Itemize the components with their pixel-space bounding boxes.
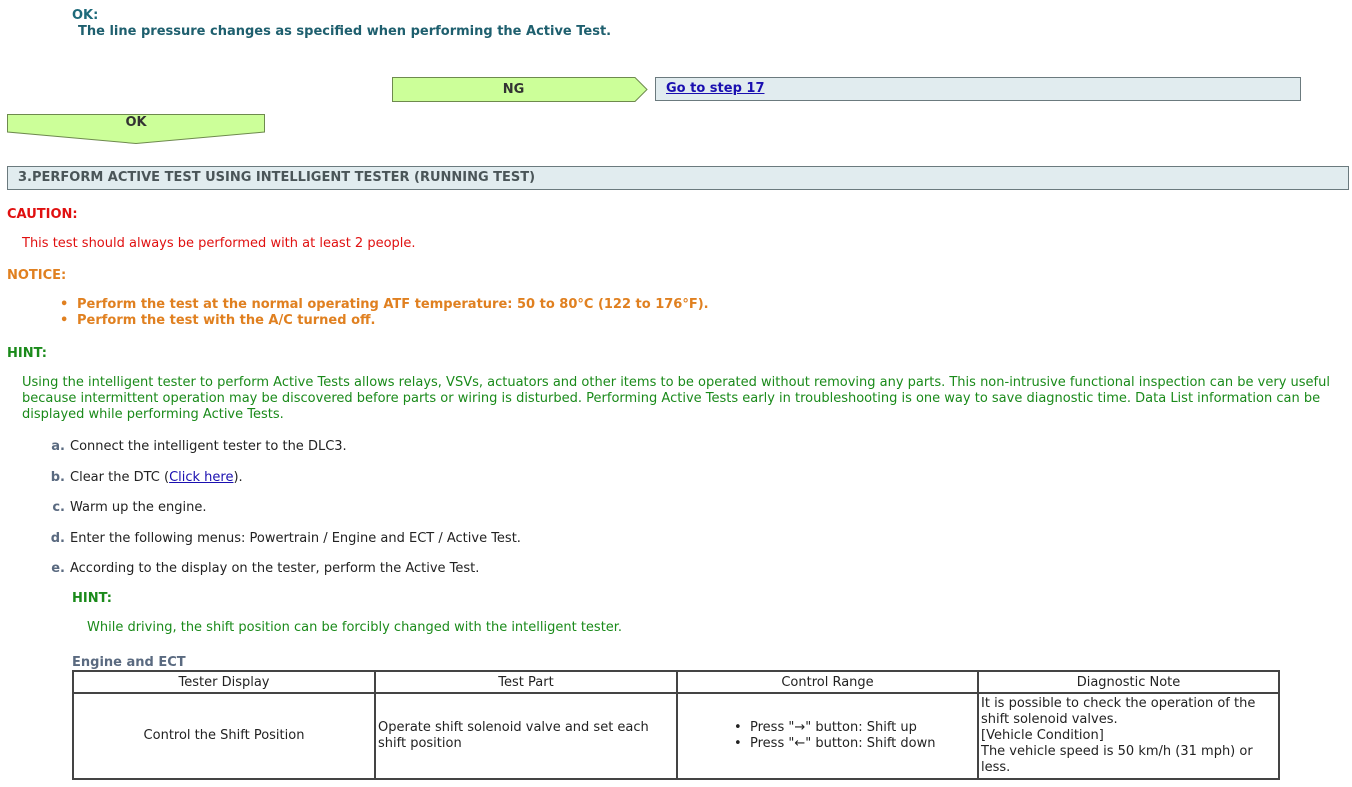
- ng-arrow-label: NG: [502, 82, 525, 97]
- diagnostic-note-line: It is possible to check the operation of…: [981, 696, 1256, 727]
- column-header: Test Part: [374, 670, 678, 694]
- ok-result-text: The line pressure changes as specified w…: [78, 24, 612, 39]
- table-title: Engine and ECT: [72, 655, 186, 670]
- step-text-after: ).: [233, 470, 243, 485]
- step-title: 3.PERFORM ACTIVE TEST USING INTELLIGENT …: [7, 166, 1349, 190]
- test-part-cell: Operate shift solenoid valve and set eac…: [374, 692, 678, 780]
- bullet-icon: •: [734, 736, 742, 751]
- goto-step-link[interactable]: Go to step 17: [666, 81, 765, 96]
- step-letter: a.: [51, 439, 65, 454]
- step-text: Warm up the engine.: [70, 500, 207, 515]
- step-text: Clear the DTC (: [70, 470, 170, 485]
- step-text: Connect the intelligent tester to the DL…: [70, 439, 347, 454]
- control-range-item: • Press "←" button: Shift down: [734, 736, 975, 752]
- bullet-icon: •: [734, 720, 742, 735]
- table-row: Control the Shift Position Operate shift…: [72, 692, 1280, 780]
- caution-text: This test should always be performed wit…: [22, 236, 416, 251]
- clear-dtc-link[interactable]: Click here: [169, 470, 233, 485]
- ok-result-label: OK:: [72, 8, 99, 23]
- step-text: According to the display on the tester, …: [70, 561, 480, 576]
- step-item-d: d. Enter the following menus: Powertrain …: [48, 531, 521, 546]
- step-letter: c.: [52, 500, 65, 515]
- notice-item-text: Perform the test with the A/C turned off…: [77, 313, 376, 328]
- hint-text-2: While driving, the shift position can be…: [87, 620, 623, 635]
- step-item-a: a. Connect the intelligent tester to the …: [48, 439, 347, 454]
- step-item-e: e. According to the display on the tester…: [48, 561, 479, 576]
- active-test-table: Tester Display Test Part Control Range D…: [72, 670, 1280, 780]
- control-range-list: • Press "→" button: Shift up • Press "←" b…: [734, 720, 975, 752]
- notice-list: • Perform the test at the normal operatin…: [60, 297, 709, 329]
- notice-item: • Perform the test at the normal operatin…: [60, 297, 709, 313]
- hint-text: Using the intelligent tester to perform …: [22, 375, 1330, 422]
- column-header: Control Range: [676, 670, 979, 694]
- diagnostic-note-cell: It is possible to check the operation of…: [977, 692, 1280, 780]
- control-range-item: • Press "→" button: Shift up: [734, 720, 975, 736]
- step-text: Enter the following menus: Powertrain / …: [70, 531, 521, 546]
- control-range-text: Press "←" button: Shift down: [750, 736, 936, 751]
- step-letter: b.: [50, 470, 65, 485]
- step-item-b: b. Clear the DTC (Click here).: [48, 470, 243, 485]
- hint-label: HINT:: [7, 346, 47, 361]
- caution-label: CAUTION:: [7, 207, 78, 222]
- step-item-c: c. Warm up the engine.: [48, 500, 206, 515]
- column-header: Diagnostic Note: [977, 670, 1280, 694]
- control-range-text: Press "→" button: Shift up: [750, 720, 917, 735]
- table-header-row: Tester Display Test Part Control Range D…: [72, 670, 1280, 694]
- notice-item-text: Perform the test at the normal operating…: [77, 297, 709, 312]
- notice-label: NOTICE:: [7, 268, 67, 283]
- notice-item: • Perform the test with the A/C turned of…: [60, 313, 709, 329]
- hint-label-2: HINT:: [72, 591, 112, 606]
- diagnostic-note-line: [Vehicle Condition]: [981, 728, 1104, 743]
- bullet-icon: •: [60, 313, 69, 328]
- step-letter: d.: [50, 531, 65, 546]
- bullet-icon: •: [60, 297, 69, 312]
- control-range-cell: • Press "→" button: Shift up • Press "←" b…: [676, 692, 979, 780]
- diagnostic-note-line: The vehicle speed is 50 km/h (31 mph) or…: [981, 744, 1253, 775]
- ok-arrow-label: OK: [125, 115, 147, 130]
- tester-display-cell: Control the Shift Position: [72, 692, 376, 780]
- step-letter: e.: [51, 561, 65, 576]
- column-header: Tester Display: [72, 670, 376, 694]
- goto-step-box: Go to step 17: [655, 77, 1301, 101]
